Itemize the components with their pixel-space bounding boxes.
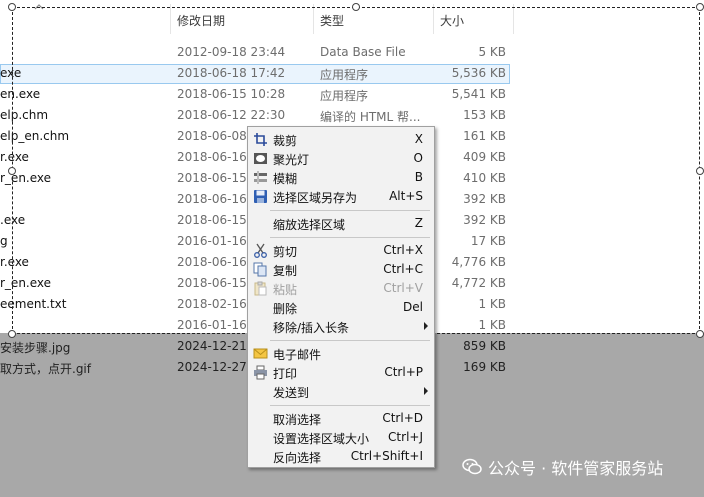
menu-item-deselect[interactable]: 取消选择 Ctrl+D [250,409,433,428]
menu-item-invert-selection[interactable]: 反向选择 Ctrl+Shift+I [250,447,433,466]
menu-label: 选择区域另存为 [273,191,358,205]
menu-separator [270,237,430,238]
menu-shortcut: Ctrl+D [382,411,423,425]
menu-shortcut: Ctrl+X [383,243,423,257]
menu-shortcut: Del [403,300,423,314]
menu-item-zoom-region[interactable]: 缩放选择区域 Z [250,214,433,233]
file-name: 安装步骤.jpg [0,341,71,355]
menu-label: 电子邮件 [273,348,322,362]
submenu-arrow-icon [424,387,428,395]
file-size: 169 KB [463,360,506,374]
printer-icon [254,365,267,380]
blur-icon [254,171,267,184]
menu-label: 发送到 [273,386,310,400]
menu-label: 移除/插入长条 [273,321,350,335]
menu-item-remove-insert-strip[interactable]: 移除/插入长条 [250,317,433,336]
resize-handle-top-right[interactable] [696,3,704,11]
menu-shortcut: X [414,132,423,146]
resize-handle-bottom-right[interactable] [696,330,704,338]
paste-icon [254,281,267,296]
context-menu: 裁剪 X 聚光灯 O 模糊 B 选择区域另存为 Alt+S 缩放选择区域 Z 剪… [247,126,435,468]
menu-item-send-to[interactable]: 发送到 [250,382,433,401]
file-date: 2024-12-21 [177,339,247,353]
menu-label: 取消选择 [273,413,322,427]
menu-item-paste[interactable]: 粘贴 Ctrl+V [250,279,433,298]
menu-shortcut: Ctrl+J [388,430,423,444]
menu-label: 打印 [273,367,298,381]
save-disk-icon [254,190,267,203]
resize-handle-top-left[interactable] [8,3,16,11]
envelope-icon [253,348,268,359]
menu-label: 复制 [273,264,298,278]
menu-separator [270,405,430,406]
menu-item-print[interactable]: 打印 Ctrl+P [250,363,433,382]
crop-icon [254,133,267,146]
menu-item-set-selection-size[interactable]: 设置选择区域大小 Ctrl+J [250,428,433,447]
wechat-icon [462,458,482,475]
spotlight-icon [254,153,267,164]
menu-item-copy[interactable]: 复制 Ctrl+C [250,260,433,279]
file-size: 859 KB [463,339,506,353]
resize-handle-bottom-left[interactable] [8,330,16,338]
menu-item-email[interactable]: 电子邮件 [250,344,433,363]
menu-shortcut: B [414,170,423,184]
menu-label: 粘贴 [273,283,298,297]
menu-shortcut: Ctrl+C [383,262,423,276]
menu-label: 裁剪 [273,134,298,148]
menu-item-spotlight[interactable]: 聚光灯 O [250,149,433,168]
file-date: 2024-12-27 [177,360,247,374]
menu-item-delete[interactable]: 删除 Del [250,298,433,317]
resize-handle-left[interactable] [8,167,16,175]
menu-label: 剪切 [273,245,298,259]
menu-label: 缩放选择区域 [273,218,346,232]
menu-item-crop[interactable]: 裁剪 X [250,130,433,149]
menu-label: 反向选择 [273,451,322,465]
resize-handle-top[interactable] [352,3,360,11]
menu-item-save-region[interactable]: 选择区域另存为 Alt+S [250,187,433,206]
watermark-text: 公众号 · 软件管家服务站 [488,459,664,478]
watermark: 公众号 · 软件管家服务站 [462,456,663,478]
menu-separator [270,210,430,211]
copy-icon [253,262,267,277]
menu-shortcut: Z [414,216,423,230]
menu-shortcut: O [413,151,423,165]
menu-label: 聚光灯 [273,153,310,167]
menu-shortcut: Ctrl+Shift+I [350,449,423,463]
menu-label: 模糊 [273,172,298,186]
menu-item-cut[interactable]: 剪切 Ctrl+X [250,241,433,260]
menu-shortcut: Ctrl+P [384,365,423,379]
file-name: 取方式，点开.gif [0,362,91,376]
menu-label: 设置选择区域大小 [273,432,370,446]
menu-shortcut: Alt+S [389,189,423,203]
resize-handle-right[interactable] [696,167,704,175]
menu-item-blur[interactable]: 模糊 B [250,168,433,187]
menu-shortcut: Ctrl+V [383,281,423,295]
menu-separator [270,340,430,341]
scissors-icon [254,243,267,258]
submenu-arrow-icon [424,322,428,330]
menu-label: 删除 [273,302,298,316]
